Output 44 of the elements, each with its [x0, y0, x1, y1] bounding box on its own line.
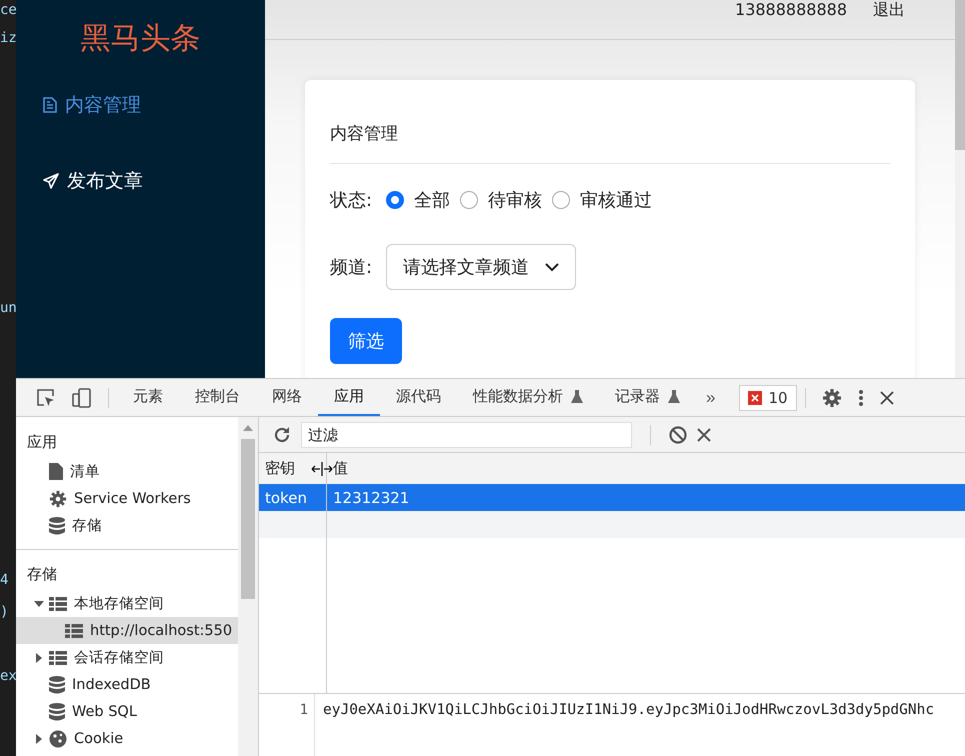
- error-count-button[interactable]: 10: [739, 384, 797, 410]
- code-fragment: 4: [0, 572, 8, 588]
- value-preview-text: eyJ0eXAiOiJKV1QiLCJhbGciOiJIUzI1NiJ9.eyJpc3MiOiJodHRwczovL3d3dy5pdGNhc: [322, 701, 934, 720]
- tree-item[interactable]: 会话存储空间: [16, 644, 238, 671]
- line-number: 1: [259, 694, 315, 756]
- tree-item[interactable]: Web SQL: [16, 698, 238, 725]
- devtools-tab[interactable]: 网络: [256, 379, 318, 416]
- devtools-tab[interactable]: 控制台: [179, 379, 256, 416]
- tree-item[interactable]: IndexedDB: [16, 671, 238, 698]
- code-fragment: un: [0, 300, 16, 316]
- channel-label: 频道:: [330, 256, 372, 279]
- code-fragment: ex: [0, 668, 16, 684]
- tree-item[interactable]: http://localhost:550: [16, 617, 238, 644]
- radio-option[interactable]: 审核通过: [552, 188, 652, 212]
- tree-item[interactable]: Cookie: [16, 725, 238, 752]
- tree-item[interactable]: 清单: [16, 458, 238, 485]
- nav-item[interactable]: 发布文章: [43, 168, 265, 194]
- table-row[interactable]: token 12312321: [259, 484, 965, 511]
- tree-item[interactable]: Service Workers: [16, 485, 238, 512]
- tree-item[interactable]: 存储: [16, 512, 238, 539]
- radio-option[interactable]: 待审核: [460, 188, 542, 212]
- devtools-tab[interactable]: 元素: [117, 379, 179, 416]
- code-fragment: iz: [0, 30, 16, 46]
- code-fragment: ce: [0, 2, 16, 18]
- code-fragment: ): [0, 604, 8, 620]
- column-header[interactable]: 值: [327, 453, 965, 484]
- devtools-tab[interactable]: 性能数据分析: [457, 379, 599, 416]
- section-heading: 应用: [27, 433, 58, 452]
- logout-link[interactable]: 退出: [873, 0, 905, 21]
- devtools-tab[interactable]: 源代码: [380, 379, 457, 416]
- logo-text: 黑马头条: [80, 20, 202, 58]
- nav-item[interactable]: 内容管理: [43, 92, 265, 118]
- channel-select[interactable]: 请选择文章频道: [386, 244, 576, 290]
- filter-field[interactable]: 过滤: [301, 422, 632, 448]
- phone-number: 13888888888: [735, 0, 847, 19]
- filter-button[interactable]: 筛选: [330, 318, 402, 364]
- devtools-tab[interactable]: 记录器: [599, 379, 696, 416]
- more-tabs-button[interactable]: »: [696, 388, 726, 408]
- table-cell-text: 12312321: [332, 488, 410, 508]
- radio-option[interactable]: 全部: [386, 188, 450, 212]
- tree-item[interactable]: 本地存储空间: [16, 590, 238, 617]
- section-heading: 存储: [27, 565, 58, 584]
- status-label: 状态:: [330, 189, 372, 212]
- card-title: 内容管理: [330, 80, 890, 164]
